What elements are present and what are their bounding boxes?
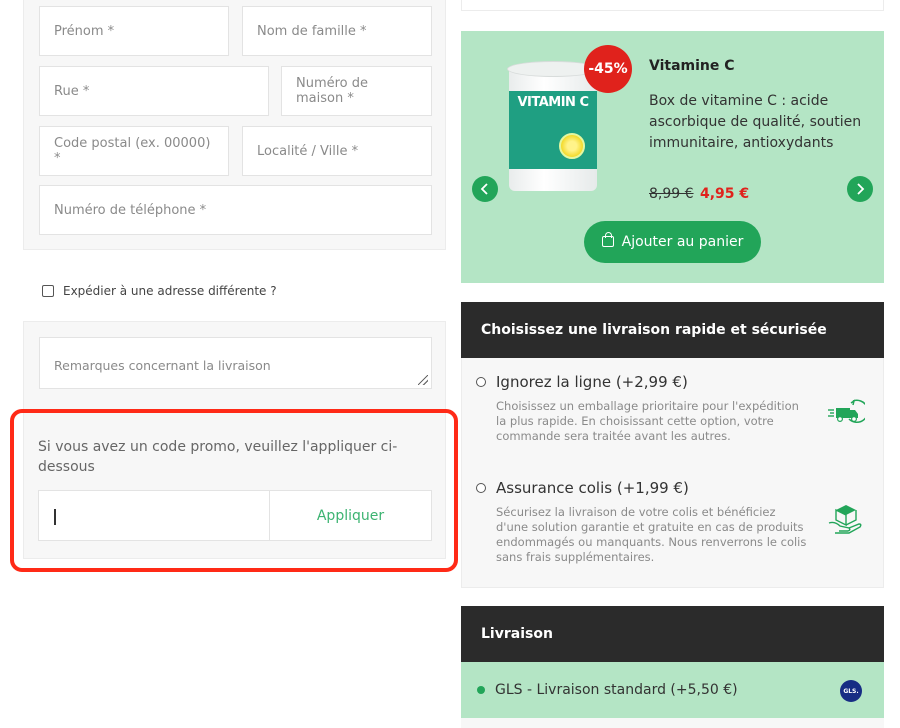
house-number-field[interactable]: Numéro de maison *	[281, 66, 432, 116]
discount-badge: -45%	[584, 45, 632, 93]
top-panel-edge	[461, 0, 884, 11]
last-name-field[interactable]: Nom de famille *	[242, 6, 432, 56]
postal-code-field[interactable]: Code postal (ex. 00000) *	[39, 126, 229, 176]
carousel-prev-icon[interactable]	[472, 176, 498, 202]
text-caret	[54, 509, 56, 525]
delivery-option-label: GLS - Livraison standard (+5,50 €)	[495, 682, 738, 698]
parcel-insurance-radio[interactable]	[476, 483, 486, 493]
gls-logo: GLS.	[840, 680, 862, 702]
first-name-field[interactable]: Prénom *	[39, 6, 229, 56]
can-label: VITAMIN C	[517, 95, 589, 110]
option-title: Ignorez la ligne (+2,99 €)	[496, 373, 688, 391]
product-description: Box de vitamine C : acide ascorbique de …	[649, 93, 862, 151]
product-name: Vitamine C	[649, 58, 735, 74]
apply-promo-button[interactable]: Appliquer	[269, 490, 432, 541]
delivery-header: Livraison	[461, 606, 884, 662]
delivery-remarks-placeholder: Remarques concernant la livraison	[54, 358, 271, 373]
delivery-panel: Livraison GLS - Livraison standard (+5,5…	[461, 606, 884, 728]
delivery-remarks-textarea[interactable]: Remarques concernant la livraison	[39, 337, 432, 389]
old-price: 8,99 €	[649, 186, 694, 202]
lemon-slice-icon	[559, 133, 585, 159]
street-field[interactable]: Rue *	[39, 66, 269, 116]
fast-shipping-panel: Choisissez une livraison rapide et sécur…	[461, 302, 884, 588]
ship-different-label: Expédier à une adresse différente ?	[63, 284, 277, 298]
shopping-bag-icon	[601, 231, 614, 247]
ship-different-checkbox[interactable]	[42, 285, 54, 297]
gls-standard-delivery-option[interactable]: GLS - Livraison standard (+5,50 €) GLS.	[461, 662, 884, 718]
city-field[interactable]: Localité / Ville *	[242, 126, 432, 176]
ship-different-address[interactable]: Expédier à une adresse différente ?	[42, 284, 277, 298]
option-description: Sécurisez la livraison de votre colis et…	[496, 505, 807, 564]
parcel-insurance-option[interactable]: Assurance colis (+1,99 €) Sécurisez la l…	[476, 479, 871, 565]
insured-package-icon	[828, 505, 862, 534]
add-to-cart-button[interactable]: Ajouter au panier	[584, 221, 761, 263]
priority-shipping-option[interactable]: Ignorez la ligne (+2,99 €) Choisissez un…	[476, 373, 871, 444]
new-price: 4,95 €	[700, 186, 750, 202]
resize-handle-icon[interactable]	[418, 375, 428, 385]
product-offer-card: VITAMIN C -45% Vitamine C Box de vitamin…	[461, 31, 884, 283]
option-title: Assurance colis (+1,99 €)	[496, 479, 689, 497]
address-form: Prénom * Nom de famille * Rue * Numéro d…	[23, 0, 446, 250]
promo-prompt: Si vous avez un code promo, veuillez l'a…	[38, 439, 398, 475]
selected-radio-icon[interactable]	[477, 686, 485, 694]
carousel-next-icon[interactable]	[847, 176, 873, 202]
promo-code-input[interactable]	[38, 490, 270, 541]
add-to-cart-label: Ajouter au panier	[621, 234, 744, 250]
fast-shipping-header: Choisissez une livraison rapide et sécur…	[461, 302, 884, 358]
option-description: Choisissez un emballage prioritaire pour…	[496, 399, 799, 443]
fast-truck-icon	[828, 399, 865, 424]
vitamin-c-product-image: VITAMIN C	[507, 61, 599, 193]
phone-field[interactable]: Numéro de téléphone *	[39, 185, 432, 235]
priority-shipping-radio[interactable]	[476, 377, 486, 387]
